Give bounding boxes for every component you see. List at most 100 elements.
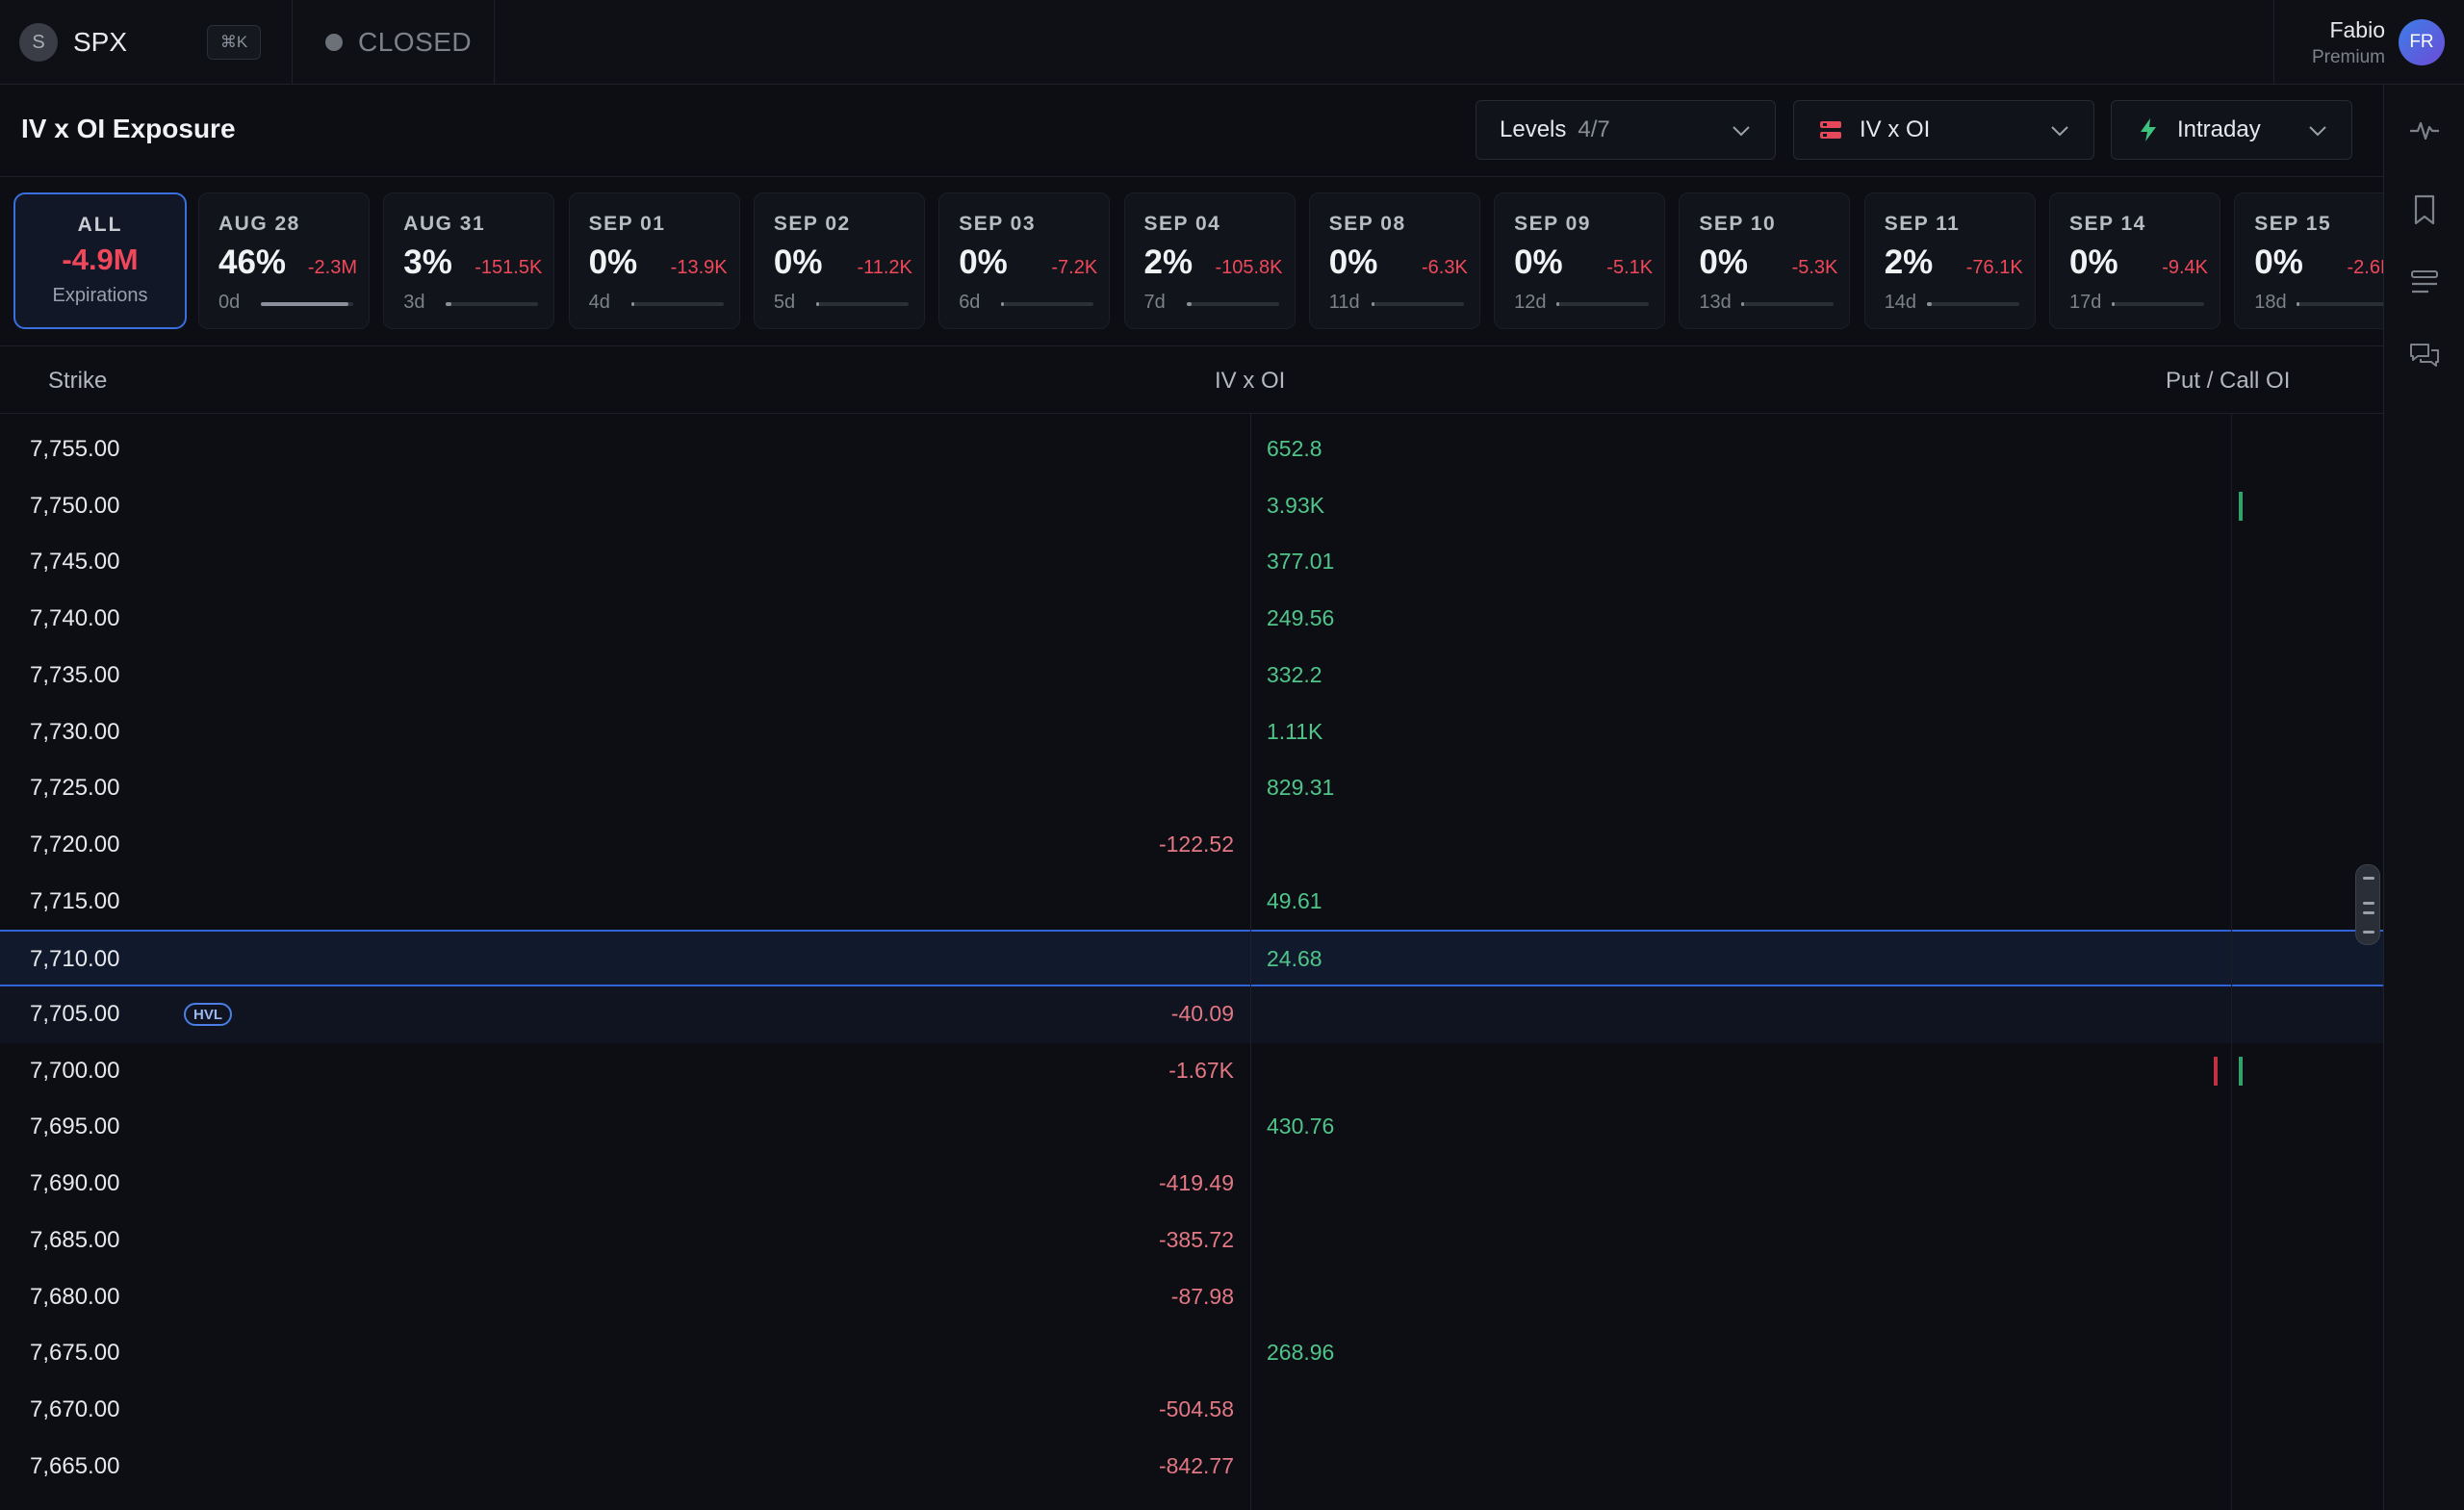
expiration-weight-bar [261, 302, 353, 306]
iv-oi-value: 24.68 [1267, 946, 1322, 972]
user-avatar[interactable]: FR [2399, 19, 2445, 65]
ticker-symbol: SPX [73, 27, 128, 57]
expiration-date: SEP 14 [2069, 213, 2146, 235]
user-info: Fabio Premium [2312, 17, 2385, 68]
expiration-weight-bar [1741, 302, 1835, 306]
command-shortcut-badge[interactable]: ⌘K [207, 25, 261, 60]
expiration-exposure: -105.8K [1215, 257, 1283, 278]
expiration-card[interactable]: AUG 31 3% -151.5K 3d [383, 192, 555, 329]
expiration-card[interactable]: SEP 09 0% -5.1K 12d [1494, 192, 1666, 329]
expiration-card[interactable]: SEP 04 2% -105.8K 7d [1123, 192, 1296, 329]
expiration-all-sub: Expirations [52, 285, 148, 306]
page-title: IV x OI Exposure [21, 114, 236, 143]
table-row[interactable]: 7,730.00 1.11K [0, 704, 2383, 761]
expiration-weight-fill [261, 302, 348, 306]
expiration-percent: 0% [1699, 243, 1748, 281]
expiration-dte: 12d [1514, 292, 1547, 313]
table-row[interactable]: 7,695.00 430.76 [0, 1099, 2383, 1156]
iv-oi-value: -40.09 [1170, 1001, 1234, 1026]
expiration-exposure: -2.3M [307, 257, 357, 278]
expiration-weight-bar [1001, 302, 1094, 306]
iv-oi-value: 652.8 [1267, 436, 1322, 461]
expiration-exposure: -9.4K [2162, 257, 2208, 278]
market-status: CLOSED [293, 0, 495, 85]
table-row[interactable]: 7,705.00 HVL -40.09 [0, 986, 2383, 1043]
iv-oi-value: 332.2 [1267, 661, 1322, 687]
table-row[interactable]: 7,700.00 -1.67K [0, 1043, 2383, 1100]
expiration-weight-fill [1001, 302, 1005, 306]
expiration-card[interactable]: SEP 11 2% -76.1K 14d [1863, 192, 2036, 329]
expiration-weight-fill [1371, 302, 1374, 306]
expiration-exposure: -11.2K [857, 257, 912, 278]
expiration-card[interactable]: SEP 15 0% -2.6K 18d [2234, 192, 2383, 329]
expiration-card[interactable]: AUG 28 46% -2.3M 0d [198, 192, 370, 329]
expiration-weight-bar [446, 302, 539, 306]
iv-oi-value: -419.49 [1158, 1170, 1234, 1196]
expiration-card[interactable]: SEP 08 0% -6.3K 11d [1308, 192, 1480, 329]
iv-oi-value: -385.72 [1158, 1226, 1234, 1252]
table-row[interactable]: 7,740.00 249.56 [0, 591, 2383, 648]
expiration-percent: 3% [403, 243, 452, 281]
column-iv-oi[interactable]: IV x OI [1215, 368, 1285, 395]
expiration-weight-fill [2297, 302, 2300, 306]
table-row[interactable]: 7,680.00 -87.98 [0, 1269, 2383, 1326]
strike-price: 7,700.00 [30, 1057, 120, 1084]
chat-icon[interactable] [2407, 339, 2442, 373]
strike-price: 7,710.00 [30, 946, 120, 973]
expiration-card[interactable]: SEP 14 0% -9.4K 17d [2049, 192, 2220, 329]
list-icon[interactable] [2407, 266, 2442, 300]
table-row[interactable]: 7,715.00 49.61 [0, 874, 2383, 931]
expiration-dte: 0d [218, 292, 241, 313]
levels-dropdown[interactable]: Levels 4/7 [1476, 100, 1776, 160]
table-row[interactable]: 7,665.00 -842.77 [0, 1439, 2383, 1496]
expiration-card[interactable]: SEP 10 0% -5.3K 13d [1679, 192, 1851, 329]
table-row[interactable]: 7,755.00 652.8 [0, 422, 2383, 478]
right-rail [2383, 85, 2464, 1510]
scroll-handle[interactable] [2355, 864, 2380, 945]
table-row[interactable]: 7,670.00 -504.58 [0, 1382, 2383, 1439]
column-strike[interactable]: Strike [48, 368, 107, 395]
expiration-dte: 18d [2254, 292, 2287, 313]
timeframe-dropdown[interactable]: Intraday [2111, 100, 2352, 160]
table-row[interactable]: 7,720.00 -122.52 [0, 817, 2383, 874]
iv-oi-value: 430.76 [1267, 1113, 1335, 1139]
activity-icon[interactable] [2407, 114, 2442, 148]
expiration-all-value: -4.9M [62, 243, 139, 276]
table-row[interactable]: 7,675.00 268.96 [0, 1325, 2383, 1382]
table-row[interactable]: 7,710.00 24.68 [0, 930, 2383, 986]
ticker-avatar: S [19, 23, 58, 62]
expiration-card[interactable]: SEP 03 0% -7.2K 6d [938, 192, 1111, 329]
bookmark-icon[interactable] [2407, 192, 2442, 227]
strike-price: 7,695.00 [30, 1113, 120, 1140]
expiration-weight-fill [2112, 302, 2115, 306]
iv-oi-value: -1.67K [1168, 1057, 1234, 1083]
hvl-badge: HVL [184, 1003, 232, 1026]
user-menu[interactable]: Fabio Premium FR [2273, 0, 2464, 85]
expiration-percent: 2% [1884, 243, 1934, 281]
expiration-exposure: -5.1K [1606, 257, 1654, 278]
zero-axis-line [1250, 414, 1251, 1510]
expiration-card-all[interactable]: ALL -4.9M Expirations [13, 192, 187, 329]
metric-dropdown[interactable]: IV x OI [1793, 100, 2094, 160]
strike-price: 7,705.00 [30, 1001, 120, 1027]
expiration-card[interactable]: SEP 02 0% -11.2K 5d [753, 192, 925, 329]
iv-oi-value: 249.56 [1267, 605, 1335, 631]
ticker-selector[interactable]: S SPX ⌘K [0, 0, 293, 85]
table-row[interactable]: 7,745.00 377.01 [0, 534, 2383, 591]
expiration-card[interactable]: SEP 01 0% -13.9K 4d [568, 192, 740, 329]
iv-oi-value: 829.31 [1267, 775, 1335, 801]
chevron-down-icon [2051, 126, 2068, 137]
table-row[interactable]: 7,750.00 3.93K [0, 478, 2383, 535]
column-put-call-oi[interactable]: Put / Call OI [2166, 368, 2290, 395]
call-oi-bar [2239, 491, 2243, 521]
strike-price: 7,720.00 [30, 831, 120, 857]
chevron-down-icon [1732, 126, 1750, 137]
expiration-weight-fill [1926, 302, 1932, 306]
table-row[interactable]: 7,725.00 829.31 [0, 760, 2383, 817]
table-row[interactable]: 7,690.00 -419.49 [0, 1156, 2383, 1213]
strike-price: 7,755.00 [30, 436, 120, 462]
expiration-dte: 3d [403, 292, 425, 313]
table-row[interactable]: 7,735.00 332.2 [0, 648, 2383, 704]
expiration-percent: 0% [959, 243, 1008, 281]
table-row[interactable]: 7,685.00 -385.72 [0, 1213, 2383, 1269]
